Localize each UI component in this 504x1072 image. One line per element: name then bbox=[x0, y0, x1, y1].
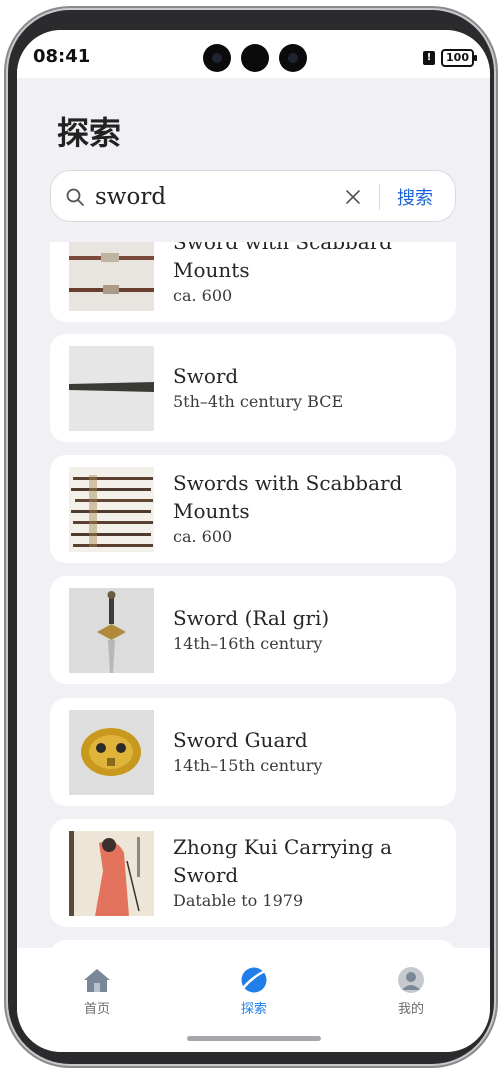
status-bar: 08:41 ! 100 bbox=[17, 30, 490, 78]
sword-guard-thumbnail bbox=[69, 710, 154, 795]
result-title: Sword (Ral gri) bbox=[173, 606, 330, 630]
camera-icon bbox=[203, 44, 231, 72]
alert-icon: ! bbox=[423, 51, 436, 65]
results-list: Sword with Scabbard Mounts ca. 600 Sword… bbox=[17, 242, 490, 948]
result-title: Zhong Kui Carrying a Sword bbox=[173, 835, 393, 887]
tab-profile[interactable]: 我的 bbox=[371, 966, 451, 1017]
explore-icon bbox=[241, 967, 267, 993]
search-bar: 搜索 bbox=[50, 170, 456, 222]
screen: 08:41 ! 100 探索 搜索 bbox=[17, 30, 490, 1052]
result-date: 5th–4th century BCE bbox=[173, 392, 344, 411]
profile-icon bbox=[398, 967, 424, 993]
tab-explore[interactable]: 探索 bbox=[214, 966, 294, 1017]
result-title: Sword bbox=[173, 364, 239, 388]
bronze-sword-thumbnail bbox=[69, 346, 154, 431]
result-card[interactable]: Sword Guard 14th–15th century bbox=[50, 698, 456, 806]
result-card[interactable]: Zhong Kui Carrying a Sword Datable to 19… bbox=[50, 819, 456, 927]
result-card[interactable] bbox=[50, 940, 456, 948]
clear-icon[interactable] bbox=[343, 187, 363, 207]
result-date: ca. 600 bbox=[173, 527, 233, 546]
scabbard-mounts-thumbnail bbox=[69, 242, 154, 311]
search-icon bbox=[66, 188, 84, 206]
tab-label: 我的 bbox=[397, 1002, 424, 1017]
multiple-swords-thumbnail bbox=[69, 467, 154, 552]
camera-icon bbox=[241, 44, 269, 72]
tab-home[interactable]: 首页 bbox=[57, 966, 137, 1017]
page-title: 探索 bbox=[57, 114, 122, 152]
result-card[interactable]: Sword with Scabbard Mounts ca. 600 bbox=[50, 242, 456, 322]
search-button[interactable]: 搜索 bbox=[397, 184, 433, 210]
result-title: Sword with Scabbard Mounts bbox=[173, 242, 393, 282]
camera-icon bbox=[279, 44, 307, 72]
result-date: 14th–15th century bbox=[173, 756, 323, 775]
result-title: Sword Guard bbox=[173, 728, 308, 752]
status-indicators: ! 100 bbox=[423, 49, 477, 67]
result-card[interactable]: Sword 5th–4th century BCE bbox=[50, 334, 456, 442]
search-divider bbox=[379, 184, 380, 210]
result-card[interactable]: Sword (Ral gri) 14th–16th century bbox=[50, 576, 456, 684]
ral-gri-thumbnail bbox=[69, 588, 154, 673]
home-icon bbox=[84, 969, 110, 992]
battery-icon: 100 bbox=[441, 49, 477, 67]
tab-label: 首页 bbox=[83, 1002, 110, 1017]
result-date: Datable to 1979 bbox=[173, 891, 304, 910]
painting-thumbnail bbox=[69, 831, 154, 916]
status-time: 08:41 bbox=[33, 46, 91, 67]
home-indicator[interactable] bbox=[187, 1036, 321, 1041]
search-input[interactable] bbox=[95, 181, 325, 213]
tab-label: 探索 bbox=[240, 1002, 267, 1017]
result-date: ca. 600 bbox=[173, 286, 233, 305]
result-title: Swords with Scabbard Mounts bbox=[173, 471, 403, 523]
result-card[interactable]: Swords with Scabbard Mounts ca. 600 bbox=[50, 455, 456, 563]
result-date: 14th–16th century bbox=[173, 634, 323, 653]
